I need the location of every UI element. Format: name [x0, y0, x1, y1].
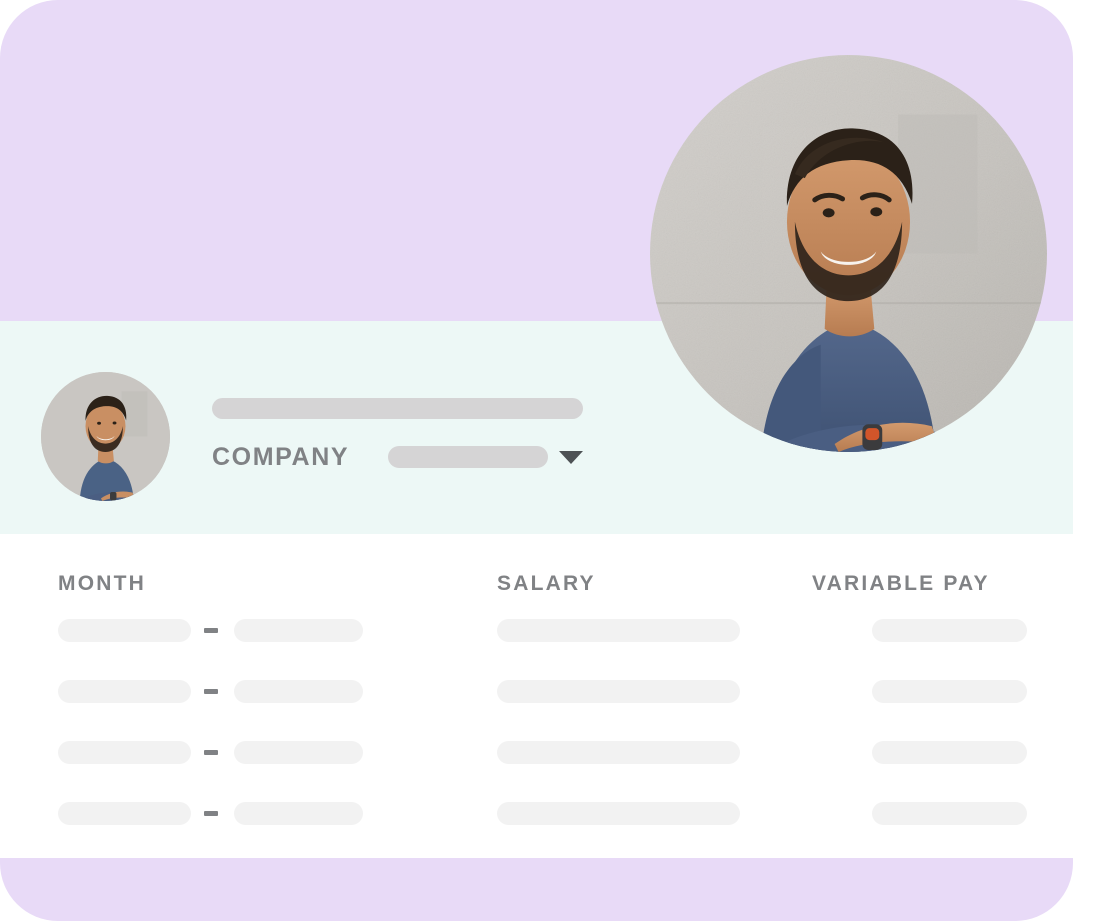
screenshot-root: COMPANY MONTH SALARY VARIABLE PAY: [0, 0, 1095, 921]
cell-month-from: [58, 802, 191, 825]
month-range-separator: [204, 750, 218, 755]
month-range-separator: [204, 689, 218, 694]
cell-variable-pay: [872, 802, 1027, 825]
profile-avatar[interactable]: [41, 372, 170, 501]
column-header-month: MONTH: [58, 572, 146, 595]
avatar-photo-illustration: [41, 372, 170, 501]
cell-salary: [497, 741, 740, 764]
cell-month-to: [234, 619, 363, 642]
cell-month-to: [234, 680, 363, 703]
cell-variable-pay: [872, 680, 1027, 703]
cell-salary: [497, 680, 740, 703]
cell-month-from: [58, 680, 191, 703]
employee-name-placeholder: [212, 398, 583, 419]
cell-salary: [497, 619, 740, 642]
cell-month-to: [234, 802, 363, 825]
month-range-separator: [204, 628, 218, 633]
company-value-placeholder[interactable]: [388, 446, 548, 468]
cell-variable-pay: [872, 619, 1027, 642]
company-label: COMPANY: [212, 443, 350, 471]
column-header-variable-pay: VARIABLE PAY: [812, 572, 990, 595]
cell-salary: [497, 802, 740, 825]
profile-card: COMPANY MONTH SALARY VARIABLE PAY: [0, 0, 1073, 921]
cell-month-to: [234, 741, 363, 764]
cell-month-from: [58, 741, 191, 764]
cell-month-from: [58, 619, 191, 642]
cell-variable-pay: [872, 741, 1027, 764]
hero-profile-photo: [650, 55, 1047, 452]
chevron-down-icon[interactable]: [559, 451, 583, 464]
month-range-separator: [204, 811, 218, 816]
footer-band: [0, 858, 1073, 921]
hero-photo-illustration: [650, 55, 1047, 452]
column-header-salary: SALARY: [497, 572, 596, 595]
